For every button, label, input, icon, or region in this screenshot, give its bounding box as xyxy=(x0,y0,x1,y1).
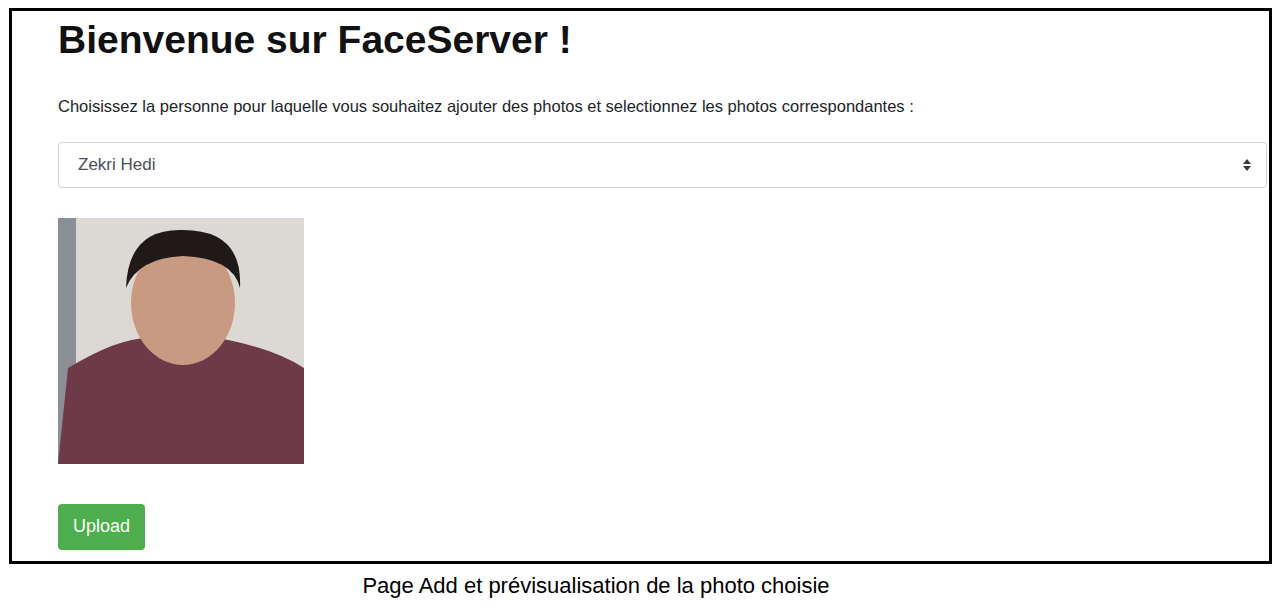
page-frame: Bienvenue sur FaceServer ! Choisissez la … xyxy=(9,8,1272,564)
figure-caption: Page Add et prévisualisation de la photo… xyxy=(0,569,1192,602)
person-select[interactable]: Zekri Hedi xyxy=(58,142,1267,188)
instruction-text: Choisissez la personne pour laquelle vou… xyxy=(58,94,914,119)
page-title: Bienvenue sur FaceServer ! xyxy=(58,17,572,64)
person-select-value: Zekri Hedi xyxy=(78,152,155,178)
dropdown-arrows-icon xyxy=(1242,158,1252,172)
upload-button[interactable]: Upload xyxy=(58,504,145,550)
photo-preview xyxy=(58,218,304,464)
